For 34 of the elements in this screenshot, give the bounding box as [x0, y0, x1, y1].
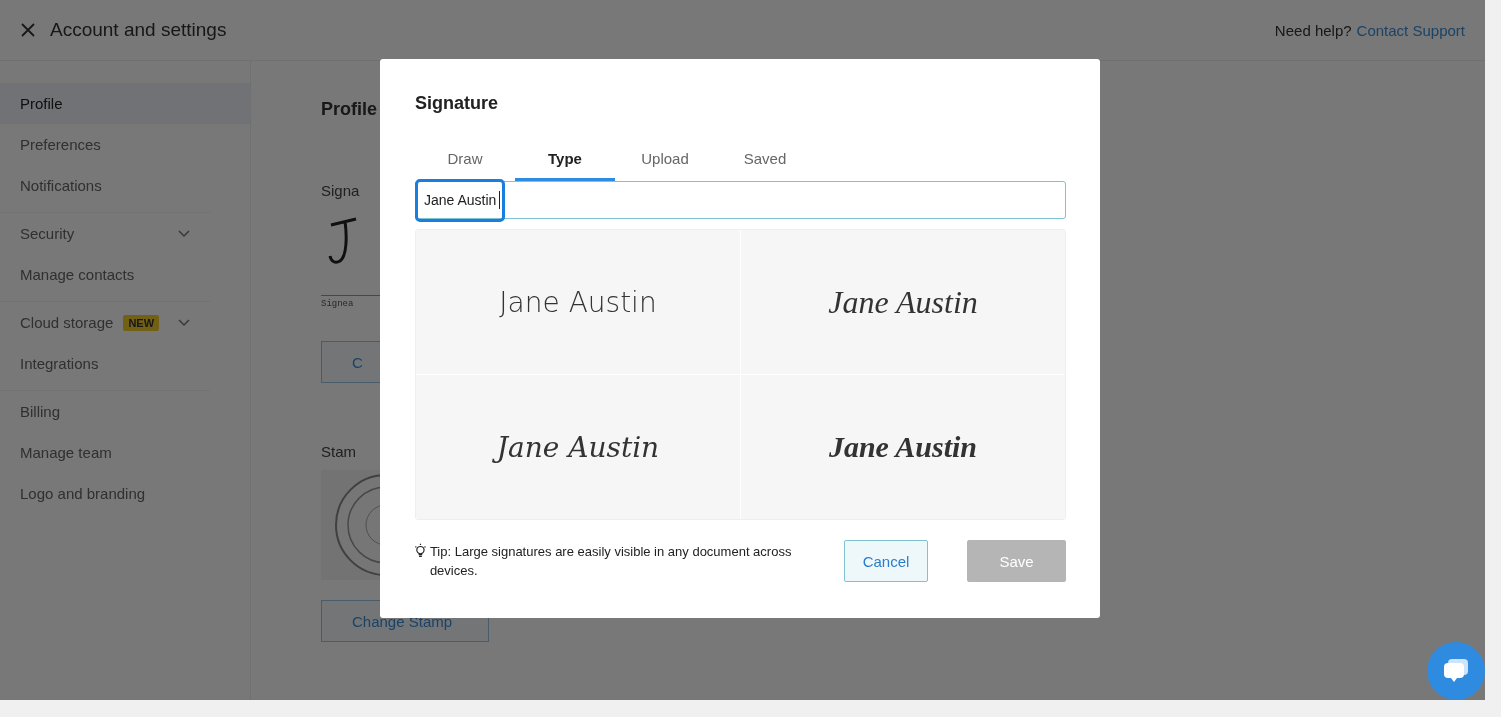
- section-heading: Profile: [321, 99, 377, 120]
- tab[interactable]: Saved: [715, 150, 815, 181]
- sidebar-item[interactable]: Manage contacts: [0, 254, 210, 295]
- help-text: Need help?: [1274, 21, 1352, 39]
- sidebar-item[interactable]: Billing: [0, 391, 210, 432]
- tab[interactable]: Draw: [415, 150, 515, 181]
- dialog-title: Signature: [415, 93, 499, 114]
- tip-text: Tip: Large signatures are easily visible in any document across devices.: [429, 543, 793, 580]
- signature-label: Signa: [321, 182, 360, 199]
- lightbulb-icon: [415, 543, 426, 559]
- tab[interactable]: Type: [515, 150, 615, 181]
- sidebar-item[interactable]: Cloud storage NEW: [0, 302, 210, 343]
- sidebar-item[interactable]: Logo and branding: [0, 473, 210, 514]
- new-badge: NEW: [123, 314, 160, 331]
- chat-icon: [1442, 658, 1470, 684]
- contact-support-link[interactable]: Contact Support: [1356, 21, 1465, 39]
- sidebar-item[interactable]: Security: [0, 213, 210, 254]
- signature-option[interactable]: Jane Austin: [741, 375, 1065, 519]
- stamp-label: Stam: [321, 443, 356, 460]
- name-input[interactable]: Jane Austin: [415, 181, 1066, 219]
- close-icon[interactable]: [20, 22, 36, 38]
- sidebar-item[interactable]: Notifications: [0, 165, 210, 206]
- signature-option[interactable]: Jane Austin: [416, 375, 740, 519]
- sidebar-item[interactable]: Profile: [0, 83, 250, 124]
- sidebar-item[interactable]: Integrations: [0, 343, 210, 384]
- page-title: Account and settings: [50, 19, 228, 41]
- vertical-scrollbar[interactable]: [1485, 0, 1501, 700]
- cancel-button[interactable]: Cancel: [844, 540, 928, 582]
- tab[interactable]: Upload: [615, 150, 715, 181]
- signature-option[interactable]: Jane Austin: [741, 230, 1065, 374]
- horizontal-scrollbar[interactable]: [0, 700, 1501, 717]
- sidebar-item[interactable]: Preferences: [0, 124, 210, 165]
- signature-option[interactable]: Jane Austin: [416, 230, 740, 374]
- sidebar-item[interactable]: Manage team: [0, 432, 210, 473]
